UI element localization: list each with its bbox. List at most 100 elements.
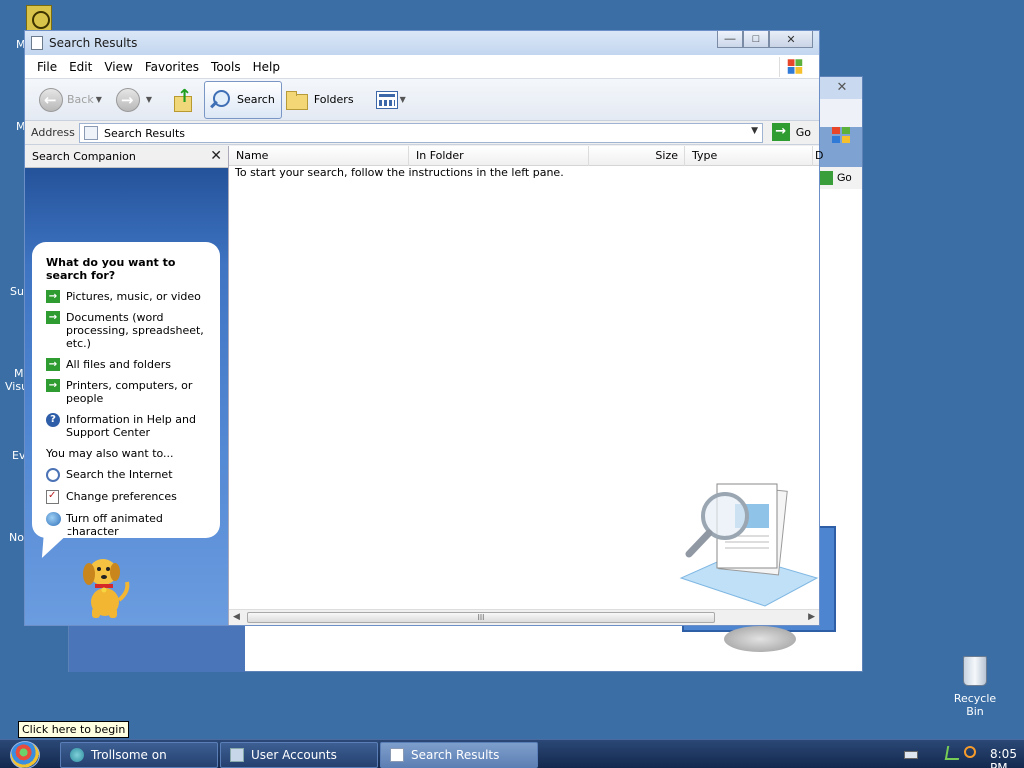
clock[interactable]: 8:05 PM (990, 747, 1024, 768)
search-icon (209, 89, 231, 111)
column-name[interactable]: Name (229, 146, 409, 166)
scroll-left-icon[interactable]: ◀ (233, 611, 240, 622)
column-date[interactable]: D (813, 146, 825, 166)
minimize-button[interactable]: — (717, 31, 743, 48)
desktop-clock-icon[interactable] (26, 5, 52, 31)
option-label: Search the Internet (66, 468, 173, 481)
monitor-stand-graphic (724, 626, 796, 652)
search-companion-pane: Search Companion ✕ What do you want to s… (25, 146, 228, 625)
option-change-preferences[interactable]: Change preferences (46, 489, 208, 504)
search-question: What do you want to search for? (46, 256, 176, 282)
forward-arrow-icon (115, 87, 140, 112)
green-arrow-icon: → (46, 379, 60, 392)
views-dropdown-icon: ▼ (399, 95, 406, 104)
close-button[interactable]: ✕ (769, 31, 813, 48)
taskbar-button-user-accounts[interactable]: User Accounts (220, 742, 378, 768)
column-in-folder[interactable]: In Folder (409, 146, 589, 166)
tray-search-icon[interactable] (964, 746, 976, 758)
search-results-icon (84, 126, 98, 140)
content-area: Search Companion ✕ What do you want to s… (25, 146, 823, 625)
windows-flag-icon (779, 57, 803, 77)
back-button[interactable]: Back ▼ (35, 82, 112, 118)
menu-tools[interactable]: Tools (205, 60, 247, 74)
search-dog-character-icon[interactable] (77, 552, 133, 620)
animated-character-icon (46, 512, 61, 526)
up-button[interactable] (162, 82, 204, 118)
scroll-right-icon[interactable]: ▶ (808, 611, 815, 622)
address-input[interactable]: Search Results ▼ (79, 123, 763, 143)
address-dropdown-icon[interactable]: ▼ (751, 126, 758, 136)
recycle-bin-label: Recycle Bin (953, 692, 997, 718)
address-label: Address (31, 126, 75, 139)
menu-help[interactable]: Help (247, 60, 286, 74)
green-arrow-icon: → (46, 290, 60, 303)
go-button[interactable]: → Go (771, 123, 811, 141)
background-window-menubar (817, 99, 862, 143)
views-button[interactable]: ▼ (358, 82, 416, 118)
help-icon: ? (46, 413, 60, 427)
toolbar: Back ▼ ▼ Search Folders ▼ (25, 79, 819, 121)
background-window-close-icon[interactable]: ✕ (834, 80, 850, 94)
folders-button[interactable]: Folders (282, 82, 358, 118)
address-bar: Address Search Results ▼ → Go (25, 121, 819, 145)
back-label: Back (67, 93, 94, 106)
forward-button[interactable]: ▼ (112, 82, 162, 118)
recycle-bin[interactable]: Recycle Bin (944, 656, 1006, 718)
scroll-thumb[interactable]: III (247, 612, 715, 623)
also-want-label: You may also want to... (46, 447, 174, 460)
back-dropdown-icon[interactable]: ▼ (96, 95, 102, 104)
desktop-icon-label-fragment: Su (10, 285, 24, 298)
window-titlebar[interactable]: Search Results — □ ✕ (25, 31, 819, 55)
menu-edit[interactable]: Edit (63, 60, 98, 74)
search-results-window[interactable]: Search Results — □ ✕ File Edit View Favo… (24, 30, 823, 626)
taskbar-button-label: Search Results (411, 748, 500, 762)
option-label: Documents (word processing, spreadsheet,… (66, 311, 204, 350)
maximize-button[interactable]: □ (743, 31, 769, 48)
search-results-icon (390, 748, 404, 762)
background-window-left-pane (69, 622, 245, 672)
option-all-files-folders[interactable]: → All files and folders (46, 358, 208, 371)
horizontal-scrollbar[interactable]: ◀ III ▶ (229, 609, 819, 625)
minimize-icon: — (724, 33, 736, 45)
views-icon (375, 90, 398, 109)
option-label: Printers, computers, or people (66, 379, 193, 405)
option-label: Turn off animated character (66, 512, 163, 538)
option-label: Change preferences (66, 490, 177, 503)
close-icon: ✕ (786, 33, 796, 46)
window-title: Search Results (49, 36, 138, 50)
network-icon[interactable] (944, 746, 962, 760)
taskbar-button-scratch[interactable]: Trollsome on Scratc... (60, 742, 218, 768)
close-pane-icon[interactable]: ✕ (210, 148, 222, 164)
taskbar-button-label: User Accounts (251, 748, 337, 762)
option-label: Pictures, music, or video (66, 290, 201, 303)
forward-dropdown-icon[interactable]: ▼ (146, 95, 152, 104)
search-button[interactable]: Search (204, 80, 282, 119)
go-label: Go (795, 125, 811, 139)
column-type[interactable]: Type (685, 146, 813, 166)
start-button-icon[interactable] (10, 741, 40, 768)
search-window-icon (31, 36, 43, 50)
search-document-illustration (679, 483, 819, 607)
option-printers-computers-people[interactable]: → Printers, computers, or people (46, 379, 208, 405)
folders-label: Folders (313, 93, 354, 106)
menu-favorites[interactable]: Favorites (139, 60, 205, 74)
option-label: Information in Help and Support Center (66, 413, 196, 439)
background-window-go-button[interactable]: Go (817, 167, 862, 189)
option-documents[interactable]: → Documents (word processing, spreadshee… (46, 311, 208, 350)
maximize-icon: □ (752, 33, 760, 45)
taskbar-button-search-results[interactable]: Search Results (380, 742, 538, 768)
search-companion-title: Search Companion (32, 150, 136, 163)
option-pictures-music-video[interactable]: → Pictures, music, or video (46, 290, 208, 303)
option-help-support[interactable]: ? Information in Help and Support Center (46, 413, 208, 439)
background-window-titlebar[interactable]: ✕ (817, 77, 862, 99)
search-label: Search (237, 93, 275, 106)
windows-flag-icon (832, 127, 850, 143)
results-pane[interactable]: Name In Folder Size Type D To start your… (228, 146, 823, 625)
menu-file[interactable]: File (31, 60, 63, 74)
search-companion-header: Search Companion ✕ (25, 146, 228, 168)
column-size[interactable]: Size (589, 146, 685, 166)
option-search-internet[interactable]: Search the Internet (46, 468, 208, 482)
keyboard-icon[interactable] (904, 751, 918, 759)
menu-view[interactable]: View (98, 60, 138, 74)
desktop-icon-label-fragment: No (9, 531, 24, 544)
